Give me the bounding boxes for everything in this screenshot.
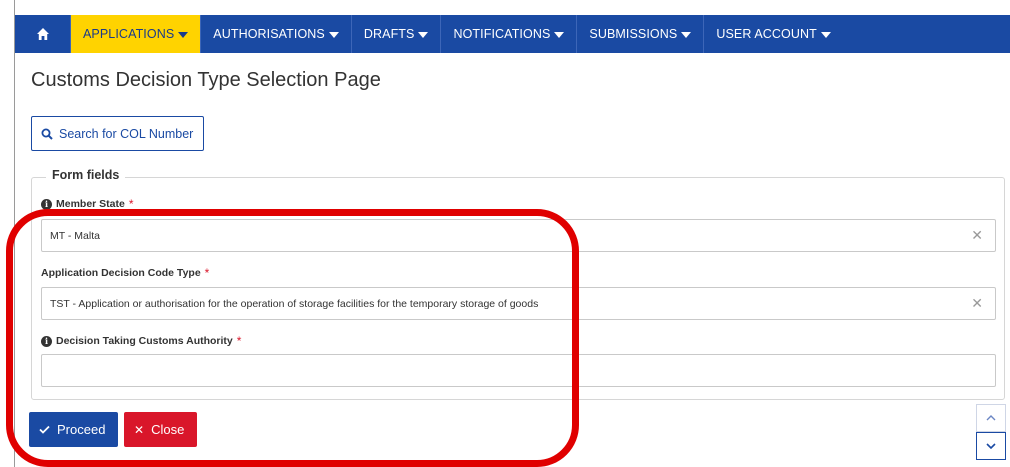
close-label: Close — [151, 422, 185, 437]
member-state-label: i Member State * — [41, 197, 134, 211]
close-icon: ✕ — [134, 422, 145, 437]
nav-authorisations[interactable]: AUTHORISATIONS — [201, 15, 352, 53]
nav-submissions[interactable]: SUBMISSIONS — [577, 15, 705, 53]
top-navigation: APPLICATIONS AUTHORISATIONS DRAFTS NOTIF… — [15, 0, 1010, 68]
required-marker: * — [128, 197, 134, 211]
scroll-down-button[interactable] — [976, 432, 1006, 460]
decision-code-type-select[interactable]: TST - Application or authorisation for t… — [41, 287, 996, 320]
customs-authority-select[interactable] — [41, 354, 996, 387]
clear-icon[interactable]: ✕ — [971, 295, 983, 312]
proceed-button[interactable]: Proceed — [29, 412, 118, 447]
proceed-label: Proceed — [57, 422, 106, 437]
search-icon — [41, 128, 53, 140]
caret-down-icon — [418, 31, 429, 38]
nav-drafts-label: DRAFTS — [363, 27, 415, 41]
close-button[interactable]: ✕ Close — [124, 412, 197, 447]
nav-drafts[interactable]: DRAFTS — [352, 15, 442, 53]
decision-code-type-label: Application Decision Code Type * — [41, 266, 209, 280]
caret-down-icon — [554, 31, 565, 38]
customs-authority-label: i Decision Taking Customs Authority * — [41, 334, 241, 348]
form-legend: Form fields — [46, 168, 126, 182]
nav-authorisations-label: AUTHORISATIONS — [213, 27, 325, 41]
nav-submissions-label: SUBMISSIONS — [589, 27, 678, 41]
required-marker: * — [204, 266, 210, 280]
decision-code-type-value: TST - Application or authorisation for t… — [50, 297, 539, 310]
required-marker: * — [236, 334, 242, 348]
info-icon[interactable]: i — [41, 198, 52, 210]
caret-down-icon — [820, 31, 831, 38]
search-col-number-label: Search for COL Number — [59, 126, 194, 141]
decision-code-type-label-text: Application Decision Code Type — [41, 267, 201, 279]
nav-applications[interactable]: APPLICATIONS — [71, 15, 202, 53]
caret-down-icon — [681, 31, 692, 38]
scroll-up-button[interactable] — [976, 404, 1006, 432]
navbar: APPLICATIONS AUTHORISATIONS DRAFTS NOTIF… — [15, 15, 1010, 53]
page-title: Customs Decision Type Selection Page — [31, 69, 381, 91]
nav-notifications-label: NOTIFICATIONS — [453, 27, 551, 41]
member-state-value: MT - Malta — [50, 229, 100, 242]
check-icon — [39, 425, 50, 434]
nav-user-account-label: USER ACCOUNT — [716, 27, 817, 41]
search-col-number-button[interactable]: Search for COL Number — [31, 116, 204, 151]
nav-user-account[interactable]: USER ACCOUNT — [704, 15, 843, 53]
caret-down-icon — [328, 31, 339, 38]
chevron-down-icon — [986, 443, 996, 449]
clear-icon[interactable]: ✕ — [971, 227, 983, 244]
member-state-select[interactable]: MT - Malta ✕ — [41, 219, 996, 252]
customs-authority-label-text: Decision Taking Customs Authority — [56, 335, 233, 347]
nav-applications-label: APPLICATIONS — [83, 27, 175, 41]
nav-notifications[interactable]: NOTIFICATIONS — [441, 15, 578, 53]
member-state-label-text: Member State — [56, 198, 125, 210]
caret-down-icon — [178, 31, 189, 38]
info-icon[interactable]: i — [41, 335, 52, 347]
chevron-up-icon — [986, 415, 996, 421]
home-icon[interactable] — [15, 15, 71, 53]
app-frame: APPLICATIONS AUTHORISATIONS DRAFTS NOTIF… — [14, 0, 1010, 467]
